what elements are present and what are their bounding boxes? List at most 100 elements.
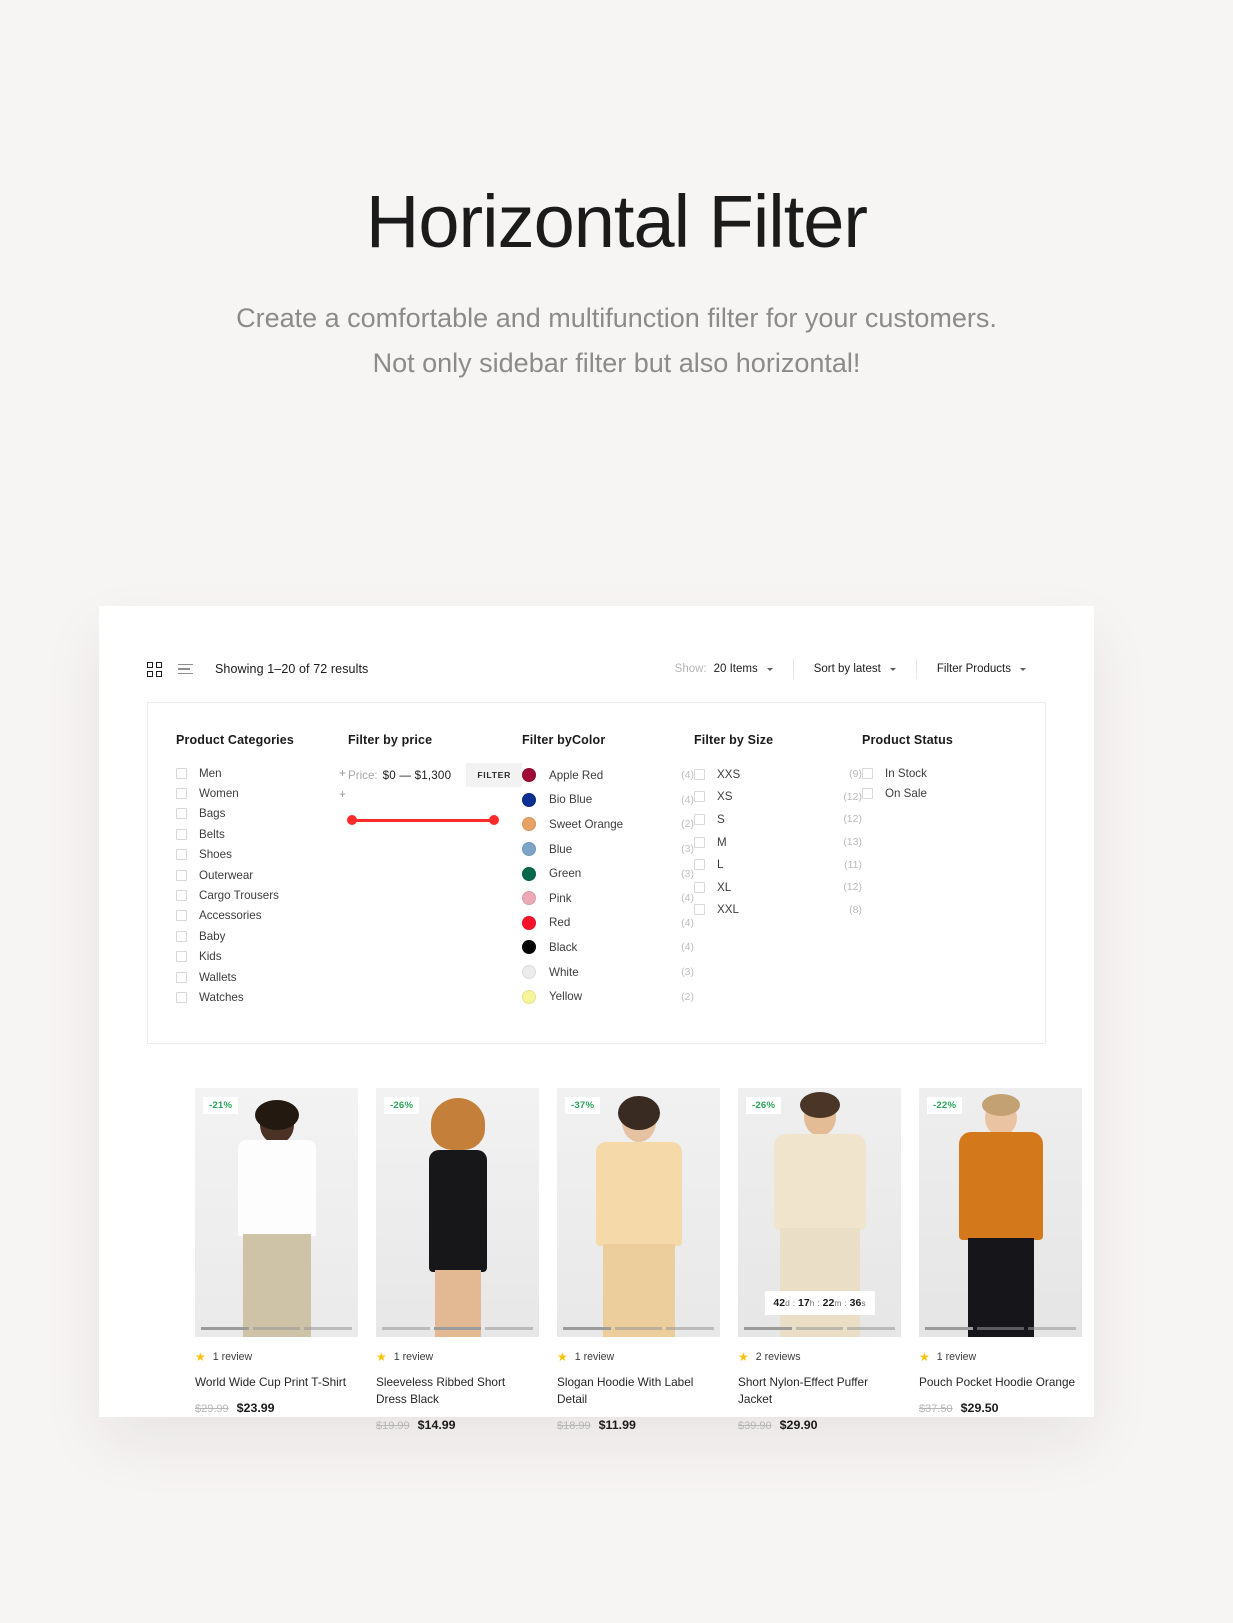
- old-price: $29.99: [195, 1403, 229, 1416]
- checkbox[interactable]: [176, 767, 187, 779]
- product-rating: ★ 1 review: [195, 1351, 358, 1363]
- checkbox[interactable]: [862, 788, 873, 800]
- color-item[interactable]: Yellow (2): [522, 984, 694, 1009]
- product-card[interactable]: -26% ★ 1 review Sleeveless Ribbed Short …: [376, 1087, 539, 1432]
- category-item[interactable]: Men +: [176, 763, 348, 783]
- checkbox[interactable]: [862, 767, 873, 779]
- product-image[interactable]: -22%: [919, 1087, 1082, 1337]
- filter-products-label: Filter Products: [936, 663, 1011, 675]
- color-item[interactable]: Sweet Orange (2): [522, 812, 694, 837]
- shop-inner: Showing 1–20 of 72 results Show: 20 Item…: [99, 606, 1094, 1432]
- product-image[interactable]: -26%: [376, 1087, 539, 1337]
- category-item[interactable]: Kids: [176, 947, 348, 967]
- product-image[interactable]: -37%: [557, 1087, 720, 1337]
- sort-select[interactable]: Sort by latest: [792, 659, 916, 679]
- size-item[interactable]: XS (12): [694, 786, 862, 809]
- product-card[interactable]: -22% ★ 1 review Pouch Pocket Hoodie Oran…: [919, 1087, 1082, 1432]
- status-item[interactable]: In Stock: [862, 763, 953, 783]
- image-thumbs[interactable]: [744, 1327, 896, 1330]
- checkbox[interactable]: [694, 881, 705, 893]
- color-item[interactable]: Pink (4): [522, 886, 694, 911]
- color-item[interactable]: Green (3): [522, 861, 694, 886]
- color-label: Bio Blue: [549, 793, 593, 807]
- expand-icon[interactable]: +: [339, 766, 348, 780]
- size-item[interactable]: S (12): [694, 808, 862, 831]
- product-card[interactable]: -37% ★ 1 review Slogan Hoodie With Label…: [557, 1087, 720, 1432]
- discount-badge: -26%: [384, 1096, 420, 1114]
- color-item[interactable]: Red (4): [522, 911, 694, 936]
- status-label: In Stock: [885, 766, 927, 780]
- product-title[interactable]: Slogan Hoodie With Label Detail: [557, 1374, 720, 1408]
- checkbox[interactable]: [176, 991, 187, 1003]
- star-icon: ★: [738, 1349, 749, 1364]
- checkbox[interactable]: [176, 951, 187, 963]
- filter-products-toggle[interactable]: Filter Products: [915, 659, 1046, 679]
- slider-handle-min[interactable]: [347, 815, 357, 825]
- category-item[interactable]: Wallets: [176, 967, 348, 987]
- size-item[interactable]: XXS (9): [694, 763, 862, 786]
- image-thumbs[interactable]: [382, 1327, 534, 1330]
- size-item[interactable]: L (11): [694, 853, 862, 876]
- product-rating: ★ 1 review: [376, 1351, 539, 1363]
- color-item[interactable]: Black (4): [522, 935, 694, 960]
- checkbox[interactable]: [694, 836, 705, 848]
- apply-filter-button[interactable]: FILTER: [466, 763, 522, 787]
- checkbox[interactable]: [176, 910, 187, 922]
- color-item[interactable]: Blue (3): [522, 837, 694, 862]
- status-item[interactable]: On Sale: [862, 783, 953, 803]
- show-per-page-select[interactable]: Show: 20 Items: [655, 659, 793, 679]
- categories-title: Product Categories: [176, 733, 295, 747]
- checkbox[interactable]: [176, 788, 187, 800]
- category-item[interactable]: Women +: [176, 783, 348, 803]
- size-label: M: [717, 835, 727, 849]
- image-thumbs[interactable]: [563, 1327, 715, 1330]
- color-item[interactable]: Bio Blue (4): [522, 788, 694, 813]
- size-item[interactable]: M (13): [694, 831, 862, 854]
- checkbox[interactable]: [694, 791, 705, 803]
- product-card[interactable]: -26% 42d : 17h : 22m : 36s ★ 2 reviews S…: [738, 1087, 901, 1432]
- checkbox[interactable]: [694, 904, 705, 916]
- checkbox[interactable]: [176, 808, 187, 820]
- checkbox[interactable]: [694, 768, 705, 780]
- category-item[interactable]: Watches: [176, 987, 348, 1007]
- category-item[interactable]: Bags: [176, 804, 348, 824]
- image-thumbs[interactable]: [201, 1327, 353, 1330]
- product-title[interactable]: Short Nylon-Effect Puffer Jacket: [738, 1374, 901, 1408]
- category-item[interactable]: Outerwear: [176, 865, 348, 885]
- product-image[interactable]: -26% 42d : 17h : 22m : 36s: [738, 1087, 901, 1337]
- size-item[interactable]: XL (12): [694, 876, 862, 899]
- color-item[interactable]: White (3): [522, 960, 694, 985]
- price-range-slider[interactable]: [347, 814, 522, 828]
- size-item[interactable]: XXL (8): [694, 899, 862, 922]
- checkbox[interactable]: [176, 869, 187, 881]
- countdown-seconds-unit: s: [861, 1297, 866, 1308]
- product-title[interactable]: World Wide Cup Print T-Shirt: [195, 1374, 358, 1391]
- product-price: $18.99 $11.99: [557, 1418, 720, 1432]
- image-thumbs[interactable]: [925, 1327, 1077, 1330]
- product-price: $37.50 $29.50: [919, 1401, 1082, 1415]
- checkbox[interactable]: [694, 859, 705, 871]
- product-title[interactable]: Pouch Pocket Hoodie Orange: [919, 1374, 1082, 1391]
- category-item[interactable]: Cargo Trousers: [176, 885, 348, 905]
- color-title: Filter byColor: [522, 733, 606, 747]
- category-item[interactable]: Accessories: [176, 906, 348, 926]
- checkbox[interactable]: [176, 930, 187, 942]
- product-title[interactable]: Sleeveless Ribbed Short Dress Black: [376, 1374, 539, 1408]
- checkbox[interactable]: [176, 890, 187, 902]
- category-label: Cargo Trousers: [199, 889, 279, 903]
- expand-icon[interactable]: +: [339, 787, 348, 801]
- checkbox[interactable]: [694, 813, 705, 825]
- subtitle-line-2: Not only sidebar filter but also horizon…: [372, 348, 861, 379]
- checkbox[interactable]: [176, 828, 187, 840]
- category-item[interactable]: Baby: [176, 926, 348, 946]
- category-item[interactable]: Belts: [176, 824, 348, 844]
- product-image[interactable]: -21%: [195, 1087, 358, 1337]
- list-view-icon[interactable]: [178, 663, 193, 675]
- checkbox[interactable]: [176, 849, 187, 861]
- checkbox[interactable]: [176, 971, 187, 983]
- category-item[interactable]: Shoes: [176, 845, 348, 865]
- product-card[interactable]: -21% ★ 1 review World Wide Cup Print T-S…: [195, 1087, 358, 1432]
- grid-view-icon[interactable]: [147, 661, 162, 677]
- slider-handle-max[interactable]: [489, 815, 499, 825]
- color-item[interactable]: Apple Red (4): [522, 763, 694, 788]
